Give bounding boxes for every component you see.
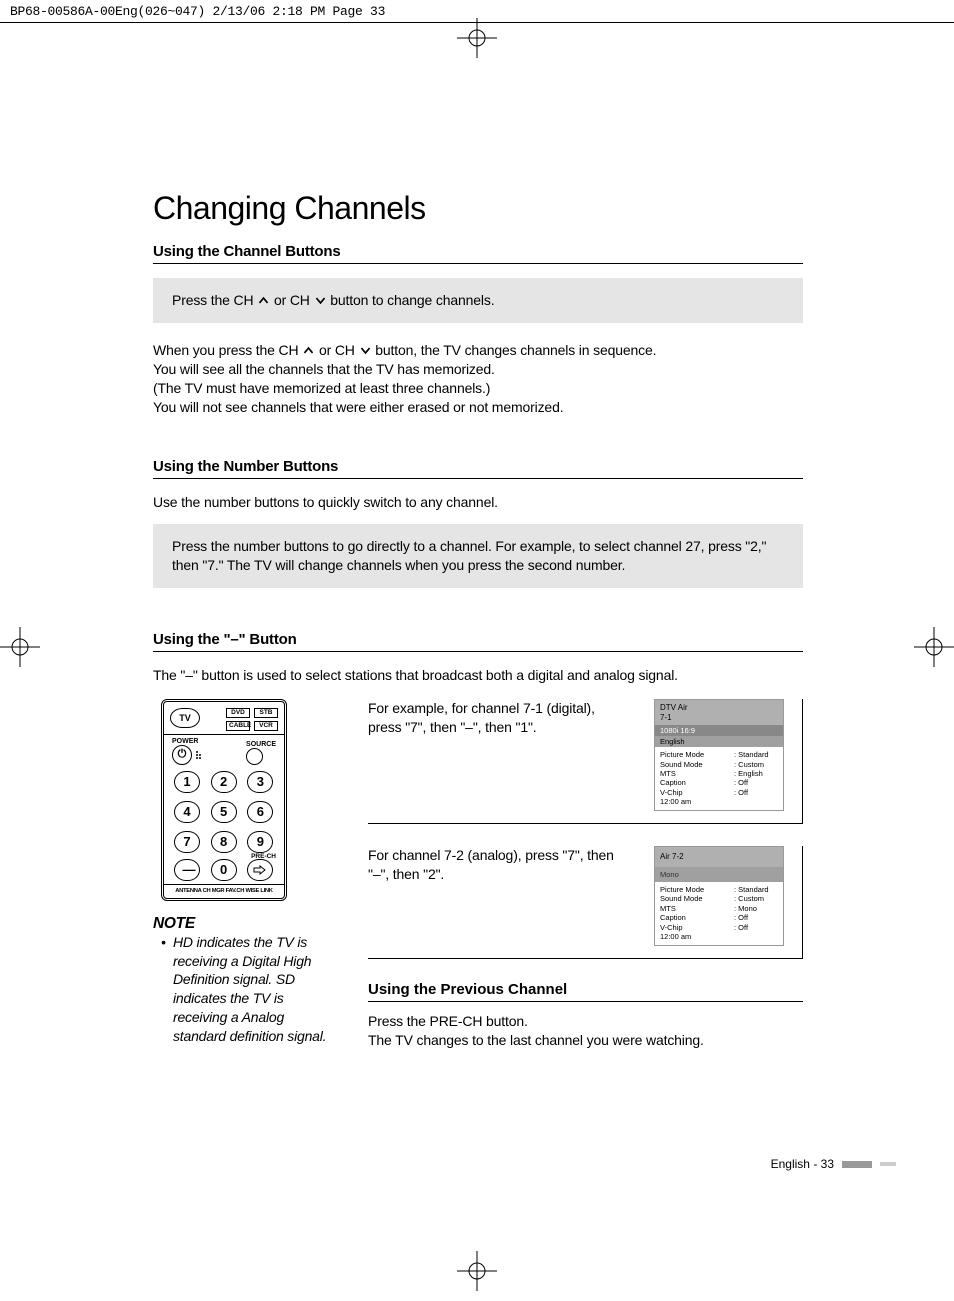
section-heading-dash-button: Using the "–" Button xyxy=(153,631,803,652)
remote-num-7: 7 xyxy=(174,831,200,853)
registration-mark-bottom xyxy=(457,1251,497,1291)
remote-num-9: 9 xyxy=(247,831,273,853)
remote-num-8: 8 xyxy=(211,831,237,853)
remote-num-3: 3 xyxy=(247,771,273,793)
registration-mark-top xyxy=(457,18,497,58)
chevron-up-icon xyxy=(302,344,315,357)
footer-decoration xyxy=(842,1161,872,1168)
example-block-digital: For example, for channel 7-1 (digital), … xyxy=(368,699,803,824)
page-title: Changing Channels xyxy=(153,190,803,227)
section-heading-channel-buttons: Using the Channel Buttons xyxy=(153,243,803,264)
example-block-analog: For channel 7-2 (analog), press "7", the… xyxy=(368,846,803,959)
remote-num-0: 0 xyxy=(211,859,237,881)
footer-decoration xyxy=(880,1162,896,1166)
remote-dvd-button: DVD xyxy=(226,708,250,718)
prech-icon xyxy=(253,865,267,875)
remote-cable-button: CABLE xyxy=(226,721,250,731)
body-text: The TV changes to the last channel you w… xyxy=(368,1031,803,1050)
note-block: NOTE HD indicates the TV is receiving a … xyxy=(153,915,328,1046)
remote-vcr-button: VCR xyxy=(254,721,278,731)
remote-prech-button xyxy=(247,859,273,881)
body-text: (The TV must have memorized at least thr… xyxy=(153,379,803,398)
remote-num-5: 5 xyxy=(211,801,237,823)
remote-num-2: 2 xyxy=(211,771,237,793)
note-text: HD indicates the TV is receiving a Digit… xyxy=(153,933,328,1046)
osd-info-analog: Air 7-2 Mono Picture Mode Sound Mode MTS… xyxy=(654,846,784,946)
remote-source-button xyxy=(246,748,263,765)
body-text: Use the number buttons to quickly switch… xyxy=(153,493,803,512)
section-heading-number-buttons: Using the Number Buttons xyxy=(153,458,803,479)
note-heading: NOTE xyxy=(153,915,328,933)
registration-mark-left xyxy=(0,627,40,667)
remote-control-diagram: TV DVD STB CABLE VCR xyxy=(161,699,287,901)
body-text: When you press the CH or CH button, the … xyxy=(153,341,803,360)
section-heading-previous-channel: Using the Previous Channel xyxy=(368,981,803,1002)
registration-mark-right xyxy=(914,627,954,667)
page-content: Changing Channels Using the Channel Butt… xyxy=(153,190,803,1050)
instruction-box: Press the number buttons to go directly … xyxy=(153,524,803,588)
remote-tv-button: TV xyxy=(170,708,200,728)
body-text: You will not see channels that were eith… xyxy=(153,398,803,417)
power-icon: ⏻ xyxy=(172,745,192,765)
chevron-down-icon xyxy=(314,294,327,307)
remote-stb-button: STB xyxy=(254,708,278,718)
page-footer: English - 33 xyxy=(771,1157,896,1171)
instruction-box: Press the CH or CH button to change chan… xyxy=(153,278,803,323)
chevron-up-icon xyxy=(257,294,270,307)
body-text: You will see all the channels that the T… xyxy=(153,360,803,379)
remote-num-1: 1 xyxy=(174,771,200,793)
remote-num-4: 4 xyxy=(174,801,200,823)
chevron-down-icon xyxy=(359,344,372,357)
body-text: Press the PRE-CH button. xyxy=(368,1012,803,1031)
osd-info-digital: DTV Air7-1 1080i 16:9 English Picture Mo… xyxy=(654,699,784,811)
remote-dash-button: — xyxy=(174,859,200,881)
body-text: The "–" button is used to select station… xyxy=(153,666,803,685)
remote-num-6: 6 xyxy=(247,801,273,823)
